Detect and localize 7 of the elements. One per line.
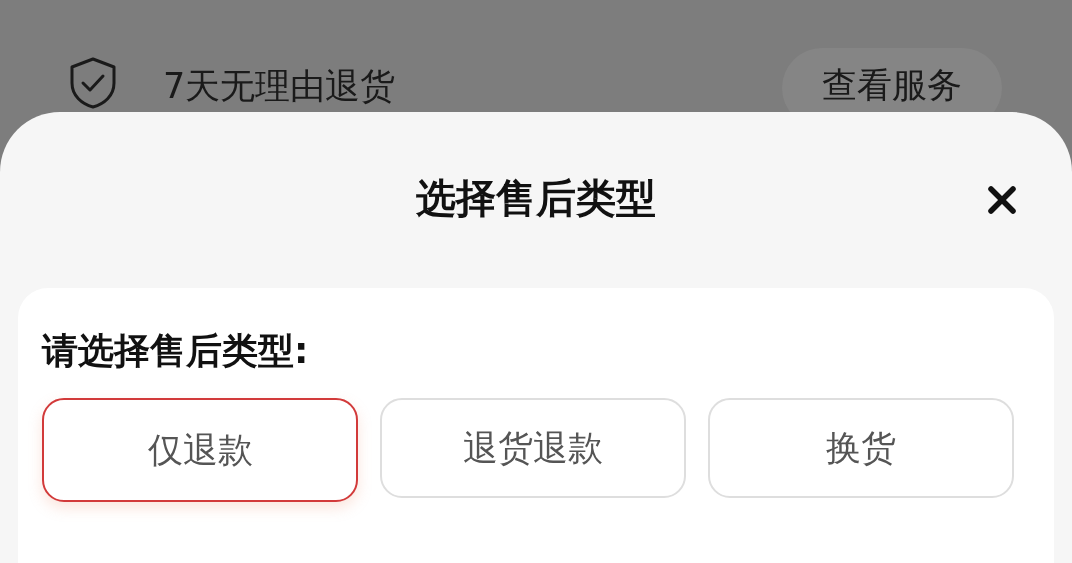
prompt-text: 请选择售后类型: [42, 329, 310, 373]
sheet-title: 选择售后类型 [416, 174, 656, 223]
service-label: 7天无理由退货 [163, 65, 396, 108]
option-button[interactable]: 仅退款 [42, 398, 358, 502]
option-button[interactable]: 退货退款 [380, 398, 686, 498]
option-button[interactable]: 换货 [708, 398, 1014, 498]
shield-check-icon [68, 56, 118, 110]
